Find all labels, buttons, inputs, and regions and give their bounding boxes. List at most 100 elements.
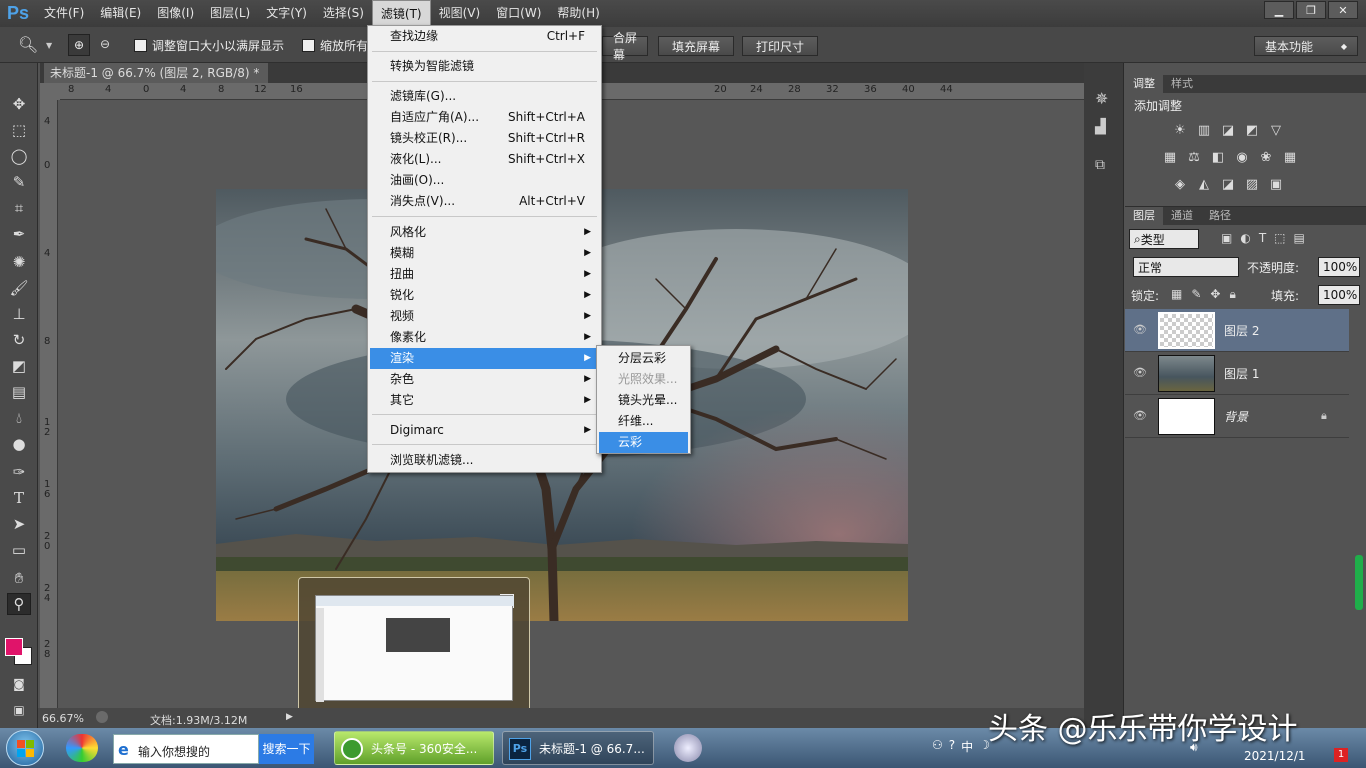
channel-mixer-icon[interactable]: ❀: [1257, 148, 1275, 166]
lock-paint-icon[interactable]: ✎: [1191, 287, 1201, 302]
menu-item-lens-correction[interactable]: 镜头校正(R)... Shift+Ctrl+R: [370, 128, 599, 149]
type-tool-icon[interactable]: T: [7, 487, 31, 509]
layer-row[interactable]: 👁︎ 图层 2: [1125, 309, 1349, 352]
status-menu-arrow-icon[interactable]: ▶: [286, 712, 293, 722]
zoom-level[interactable]: 66.67%: [42, 712, 84, 725]
brightness-icon[interactable]: ☀: [1171, 121, 1189, 139]
exposure-icon[interactable]: ◩: [1243, 121, 1261, 139]
posterize-icon[interactable]: ◭: [1195, 175, 1213, 193]
submenu-item-difference-clouds[interactable]: 分层云彩: [599, 348, 688, 369]
menu-item-stylize[interactable]: 风格化 ▶: [370, 222, 599, 243]
menu-item-browse-online[interactable]: 浏览联机滤镜...: [370, 450, 599, 471]
scroll-indicator[interactable]: [1355, 555, 1363, 610]
quick-select-icon[interactable]: ✎: [7, 171, 31, 193]
eyedropper-icon[interactable]: ✒: [7, 223, 31, 245]
threshold-icon[interactable]: ◪: [1219, 175, 1237, 193]
path-select-icon[interactable]: ➤: [7, 513, 31, 535]
menu-help[interactable]: 帮助(H): [549, 0, 607, 27]
start-button[interactable]: [6, 730, 44, 766]
invert-icon[interactable]: ◈: [1171, 175, 1189, 193]
color-balance-icon[interactable]: ⚖: [1185, 148, 1203, 166]
submenu-item-lens-flare[interactable]: 镜头光晕...: [599, 390, 688, 411]
zoom-out-icon[interactable]: ⊖: [94, 34, 116, 56]
curves-icon[interactable]: ◪: [1219, 121, 1237, 139]
menu-item-vanishing-point[interactable]: 消失点(V)... Alt+Ctrl+V: [370, 191, 599, 212]
gradient-map-icon[interactable]: ▨: [1243, 175, 1261, 193]
vibrance-icon[interactable]: ▽: [1267, 121, 1285, 139]
lock-move-icon[interactable]: ✥: [1210, 287, 1220, 302]
tab-styles[interactable]: 样式: [1163, 75, 1201, 93]
menu-window[interactable]: 窗口(W): [488, 0, 549, 27]
selective-color-icon[interactable]: ▣: [1267, 175, 1285, 193]
pen-tool-icon[interactable]: ✑: [7, 461, 31, 483]
smart-filter-icon[interactable]: ▤: [1294, 231, 1305, 245]
quick-mask-icon[interactable]: ◙: [7, 673, 31, 695]
menu-layer[interactable]: 图层(L): [202, 0, 258, 27]
menu-item-oil-paint[interactable]: 油画(O)...: [370, 170, 599, 191]
360-browser-icon[interactable]: [66, 734, 98, 762]
taskbar-task-browser[interactable]: 头条号 - 360安全...: [334, 731, 494, 765]
black-white-icon[interactable]: ◧: [1209, 148, 1227, 166]
network-icon[interactable]: ⚇: [932, 738, 943, 755]
eraser-icon[interactable]: ◩: [7, 355, 31, 377]
menu-item-sharpen[interactable]: 锐化 ▶: [370, 285, 599, 306]
workspace-select[interactable]: 基本功能 ◆: [1254, 36, 1358, 56]
opacity-input[interactable]: 100%: [1318, 257, 1360, 277]
taskbar-thumbnail-preview[interactable]: ✕: [298, 577, 530, 718]
menu-item-smart-filter[interactable]: 转换为智能滤镜: [370, 56, 599, 77]
pixel-filter-icon[interactable]: ▣: [1221, 231, 1232, 245]
layer-filter-select[interactable]: ⌕ 类型: [1129, 229, 1199, 249]
zoom-all-checkbox[interactable]: [302, 39, 315, 52]
restore-button[interactable]: ❐: [1296, 1, 1326, 19]
submenu-item-clouds[interactable]: 云彩: [599, 432, 688, 453]
menu-item-pixelate[interactable]: 像素化 ▶: [370, 327, 599, 348]
search-input[interactable]: 输入你想搜的: [138, 743, 210, 760]
dodge-tool-icon[interactable]: ●: [7, 433, 31, 455]
menu-file[interactable]: 文件(F): [36, 0, 92, 27]
blend-mode-select[interactable]: 正常: [1133, 257, 1239, 277]
layer-row[interactable]: 👁︎ 图层 1: [1125, 352, 1349, 395]
print-size-button[interactable]: 打印尺寸: [742, 36, 818, 56]
eye-icon[interactable]: 👁︎: [1133, 323, 1147, 337]
menu-item-blur[interactable]: 模糊 ▶: [370, 243, 599, 264]
shape-filter-icon[interactable]: ⬚: [1274, 231, 1285, 245]
status-info-icon[interactable]: [96, 711, 108, 723]
hue-sat-icon[interactable]: ▦: [1161, 148, 1179, 166]
close-button[interactable]: ✕: [1328, 1, 1358, 19]
lock-transparent-icon[interactable]: ▦: [1171, 287, 1182, 302]
adjust-filter-icon[interactable]: ◐: [1240, 231, 1250, 245]
eye-icon[interactable]: 👁︎: [1133, 409, 1147, 423]
menu-item-digimarc[interactable]: Digimarc ▶: [370, 420, 599, 441]
notification-badge[interactable]: 1: [1334, 748, 1348, 762]
zoom-tool-icon[interactable]: 🔍︎: [18, 35, 38, 54]
menu-item-video[interactable]: 视频 ▶: [370, 306, 599, 327]
color-lookup-icon[interactable]: ▦: [1281, 148, 1299, 166]
menu-item-adaptive-wide-angle[interactable]: 自适应广角(A)... Shift+Ctrl+A: [370, 107, 599, 128]
menu-type[interactable]: 文字(Y): [258, 0, 315, 27]
document-tab[interactable]: 未标题-1 @ 66.7% (图层 2, RGB/8) *: [44, 63, 268, 83]
tab-adjustments[interactable]: 调整: [1125, 75, 1163, 93]
gradient-icon[interactable]: ▤: [7, 381, 31, 403]
menu-item-render[interactable]: 渲染 ▶: [370, 348, 599, 369]
fill-screen-button[interactable]: 填充屏幕: [658, 36, 734, 56]
blur-tool-icon[interactable]: 💧︎: [7, 407, 31, 429]
taskbar-task-photoshop[interactable]: Ps 未标题-1 @ 66.7...: [502, 731, 654, 765]
stamp-tool-icon[interactable]: ⊥: [7, 303, 31, 325]
shape-tool-icon[interactable]: ▭: [7, 539, 31, 561]
ime-indicator[interactable]: 中: [961, 738, 973, 755]
menu-item-distort[interactable]: 扭曲 ▶: [370, 264, 599, 285]
menu-item-filter-gallery[interactable]: 滤镜库(G)...: [370, 86, 599, 107]
tab-paths[interactable]: 路径: [1201, 207, 1239, 225]
photo-filter-icon[interactable]: ◉: [1233, 148, 1251, 166]
search-button[interactable]: 搜索一下: [259, 734, 314, 764]
foreground-color-swatch[interactable]: [5, 638, 23, 656]
healing-brush-icon[interactable]: ✺: [7, 251, 31, 273]
histogram-icon[interactable]: ▟: [1095, 119, 1106, 135]
move-tool-icon[interactable]: ✥: [7, 93, 31, 115]
layer-row[interactable]: 👁︎ 背景 🔒︎: [1125, 395, 1349, 438]
zoom-tool-icon[interactable]: ⚲: [7, 593, 31, 615]
menu-item-liquify[interactable]: 液化(L)... Shift+Ctrl+X: [370, 149, 599, 170]
menu-select[interactable]: 选择(S): [315, 0, 372, 27]
type-filter-icon[interactable]: T: [1259, 231, 1266, 245]
resize-window-checkbox[interactable]: [134, 39, 147, 52]
